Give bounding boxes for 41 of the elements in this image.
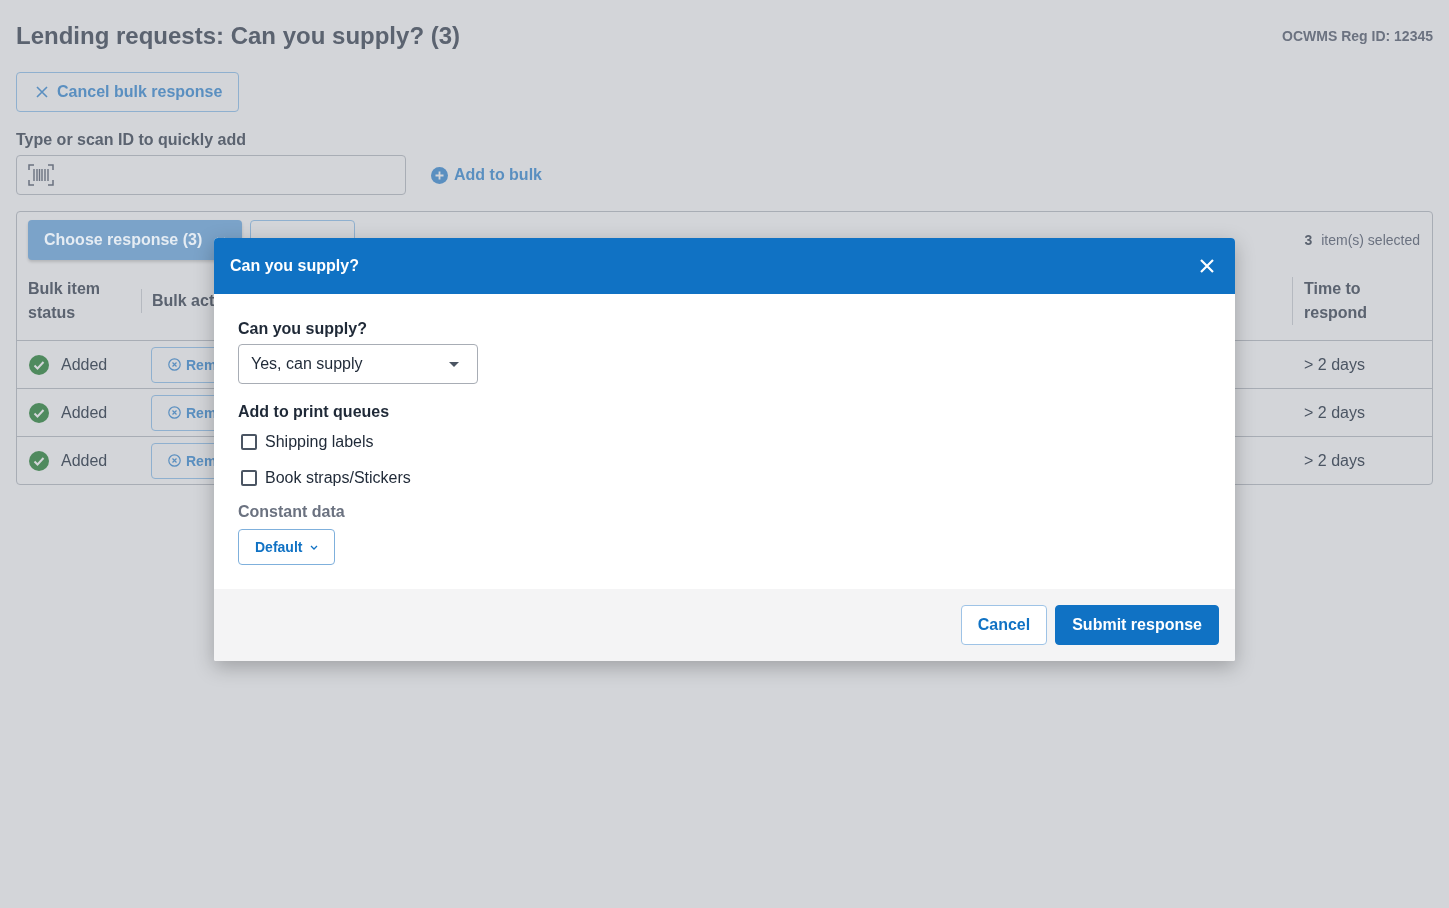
- table-cell-text: > 2 days: [1303, 403, 1366, 422]
- plus-circle-icon: [431, 166, 448, 184]
- section-label: Constant data: [238, 503, 346, 521]
- check-circle-icon: [29, 402, 49, 423]
- checkbox-label: Book straps/Stickers: [265, 469, 411, 487]
- dialog-title: Can you supply?: [230, 257, 359, 275]
- checkbox[interactable]: [241, 434, 257, 450]
- scan-field[interactable]: [16, 155, 406, 195]
- constant-data-dropdown[interactable]: Default: [238, 529, 336, 565]
- cancel-bulk-button[interactable]: Cancel bulk response: [16, 72, 240, 112]
- registration-id: OCWMS Reg ID: 12345: [1282, 28, 1433, 44]
- status-text: Added: [61, 355, 108, 374]
- close-circle-icon: [168, 406, 181, 419]
- field-label: Type or scan ID to quickly add: [16, 131, 247, 149]
- close-circle-icon: [168, 454, 181, 467]
- chevron-icon: [310, 544, 319, 550]
- page-title: Lending requests: Can you supply? (3): [16, 22, 461, 50]
- supply-dropdown[interactable]: Yes, can supply: [238, 344, 478, 384]
- selected-count: 3: [1304, 231, 1313, 248]
- submit-button[interactable]: Submit response: [1055, 605, 1219, 645]
- column-header: Time to respond: [1292, 277, 1384, 325]
- table-cell-text: > 2 days: [1303, 451, 1366, 470]
- checkbox-label: Shipping labels: [265, 433, 374, 451]
- check-circle-icon: [29, 450, 49, 471]
- barcode-icon: [28, 164, 54, 186]
- selected-label: item(s) selected: [1321, 231, 1420, 248]
- close-button[interactable]: [1199, 258, 1215, 274]
- field-label: Can you supply?: [238, 320, 368, 338]
- section-label: Add to print queues: [238, 403, 391, 421]
- caret-icon: [449, 361, 459, 367]
- close-icon: [35, 85, 49, 99]
- choose-response-button[interactable]: Choose response (3): [28, 219, 243, 260]
- close-circle-icon: [168, 358, 181, 371]
- check-circle-icon: [29, 354, 49, 375]
- table-cell-text: > 2 days: [1303, 355, 1366, 374]
- status-text: Added: [61, 451, 108, 470]
- add-to-bulk-link[interactable]: Add to bulk: [431, 166, 542, 184]
- column-header: Bulk item status: [27, 279, 101, 323]
- cancel-button[interactable]: Cancel: [960, 605, 1048, 645]
- status-text: Added: [61, 403, 108, 422]
- checkbox[interactable]: [241, 470, 257, 486]
